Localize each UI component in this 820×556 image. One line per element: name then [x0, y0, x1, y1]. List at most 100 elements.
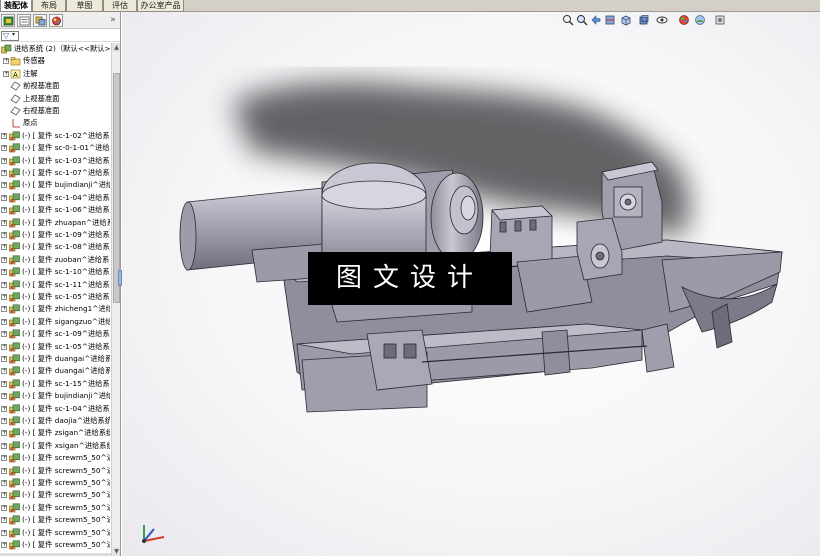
- tree-item-component[interactable]: + (-) [ 复件 zuoban^进给系: [0, 254, 110, 266]
- tree-item-fixed[interactable]: 前视基准面: [0, 80, 110, 92]
- component-icon: [9, 230, 20, 240]
- scroll-down-arrow[interactable]: ▼: [112, 547, 120, 556]
- tree-item-label: (-) [ 复件 screwm5_50^进: [22, 540, 110, 549]
- expand-toggle[interactable]: +: [1, 393, 7, 400]
- tree-item-fixed[interactable]: + 传感器: [0, 55, 110, 67]
- tree-item-component[interactable]: + (-) [ 复件 screwm5_50^进: [0, 539, 110, 551]
- expand-toggle[interactable]: +: [1, 542, 7, 548]
- expand-toggle[interactable]: +: [1, 405, 7, 412]
- expand-toggle[interactable]: +: [1, 480, 7, 486]
- tree-item-component[interactable]: + (-) [ 复件 sc-1-09^进给系: [0, 328, 110, 340]
- tree-item-component[interactable]: + (-) [ 复件 sigangzuo^进给: [0, 316, 110, 328]
- expand-toggle[interactable]: +: [1, 529, 7, 536]
- tree-item-label: (-) [ 复件 sc-1-04^进给系: [22, 403, 110, 413]
- tree-item-component[interactable]: + (-) [ 复件 bujindianji^进给: [0, 179, 110, 191]
- tree-item-component[interactable]: + (-) [ 复件 screwm5_50^进: [0, 527, 110, 539]
- tree-item-component[interactable]: + (-) [ 复件 sc-0-1-01^进给: [0, 142, 110, 154]
- scroll-up-arrow[interactable]: ▲: [112, 43, 120, 52]
- tab-sketch[interactable]: 草图: [66, 0, 103, 12]
- tree-item-component[interactable]: + (-) [ 复件 screwm5_50^进: [0, 489, 110, 501]
- expand-toggle[interactable]: +: [1, 343, 7, 350]
- tree-item-component[interactable]: + (-) [ 复件 sc-1-15^进给系: [0, 378, 110, 390]
- tree-item-component[interactable]: + (-) [ 复件 zsigan^进给系统: [0, 427, 110, 439]
- tree-item-component[interactable]: + (-) [ 复件 screwm5_50^进: [0, 477, 110, 489]
- display-manager-tab[interactable]: [49, 14, 63, 27]
- tree-item-component[interactable]: + (-) [ 复件 zhicheng1^进给: [0, 303, 110, 315]
- feature-manager-icon: [3, 16, 14, 26]
- expand-toggle[interactable]: +: [1, 145, 7, 152]
- tree-item-component[interactable]: + (-) [ 复件 sc-1-07^进给系: [0, 167, 110, 179]
- expand-toggle[interactable]: +: [1, 232, 7, 238]
- tree-root-assembly[interactable]: 进给系统 (2)（默认<<默认>_: [0, 43, 110, 55]
- tree-item-fixed[interactable]: + A 注解: [0, 68, 110, 80]
- graphics-area[interactable]: 图文设计: [122, 12, 820, 556]
- tab-layout[interactable]: 布局: [32, 0, 66, 12]
- expand-toggle[interactable]: +: [1, 467, 7, 474]
- tree-item-component[interactable]: + (-) [ 复件 xsigan^进给系统: [0, 440, 110, 452]
- plane-icon: [10, 106, 21, 116]
- expand-toggle[interactable]: +: [1, 219, 7, 226]
- expand-toggle[interactable]: +: [1, 170, 7, 176]
- tree-item-component[interactable]: + (-) [ 复件 sc-1-05^进给系: [0, 291, 110, 303]
- tree-item-component[interactable]: + (-) [ 复件 sc-1-04^进给系: [0, 192, 110, 204]
- expand-toggle[interactable]: +: [3, 70, 9, 77]
- tree-scrollbar[interactable]: ▲ ▼: [111, 43, 120, 556]
- tree-item-component[interactable]: + (-) [ 复件 bujindianji^进给: [0, 390, 110, 402]
- configuration-manager-tab[interactable]: [33, 14, 47, 27]
- tree-item-component[interactable]: + (-) [ 复件 sc-1-09^进给系: [0, 229, 110, 241]
- property-manager-tab[interactable]: [17, 14, 31, 27]
- tree-item-component[interactable]: + (-) [ 复件 duangai^进给系: [0, 353, 110, 365]
- tree-item-fixed[interactable]: 上视基准面: [0, 93, 110, 105]
- tree-item-fixed[interactable]: 原点: [0, 117, 110, 129]
- expand-toggle[interactable]: +: [1, 256, 7, 263]
- tab-office-products[interactable]: 办公室产品: [137, 0, 184, 12]
- expand-toggle[interactable]: +: [1, 492, 7, 499]
- tab-assembly[interactable]: 装配体: [0, 0, 32, 12]
- expand-toggle[interactable]: +: [3, 58, 9, 65]
- tab-evaluate[interactable]: 评估: [103, 0, 137, 12]
- tree-item-component[interactable]: + (-) [ 复件 sc-1-02^进给系: [0, 130, 110, 142]
- tree-item-component[interactable]: + (-) [ 复件 sc-1-05^进给系: [0, 341, 110, 353]
- expand-toggle[interactable]: +: [1, 194, 7, 201]
- feature-manager-tab[interactable]: [1, 14, 15, 27]
- expand-toggle[interactable]: +: [1, 442, 7, 449]
- annotation-icon: A: [10, 69, 21, 79]
- tree-item-component[interactable]: + (-) [ 复件 duangai^进给系: [0, 365, 110, 377]
- tree-item-component[interactable]: + (-) [ 复件 daojia^进给系统: [0, 415, 110, 427]
- tree-item-component[interactable]: + (-) [ 复件 sc-1-08^进给系: [0, 241, 110, 253]
- tree-item-component[interactable]: + (-) [ 复件 screwm5_50^进: [0, 502, 110, 514]
- expand-toggle[interactable]: +: [1, 132, 7, 139]
- tree-item-component[interactable]: + (-) [ 复件 screwm5_50^进: [0, 514, 110, 526]
- tree-item-component[interactable]: + (-) [ 复件 sc-1-06^进给系: [0, 204, 110, 216]
- expand-toggle[interactable]: +: [1, 157, 7, 164]
- collapse-panel-button[interactable]: »: [107, 14, 119, 26]
- expand-toggle[interactable]: +: [1, 455, 7, 462]
- expand-toggle[interactable]: +: [1, 182, 7, 189]
- expand-toggle[interactable]: +: [1, 281, 7, 288]
- tree-item-component[interactable]: + (-) [ 复件 zhuapan^进给系: [0, 217, 110, 229]
- expand-toggle[interactable]: +: [1, 294, 7, 300]
- filter-dropdown[interactable]: ▽ ▾: [1, 31, 19, 41]
- expand-toggle[interactable]: +: [1, 207, 7, 214]
- expand-toggle[interactable]: +: [1, 430, 7, 437]
- tree-item-component[interactable]: + (-) [ 复件 sc-1-11^进给系: [0, 279, 110, 291]
- tree-item-component[interactable]: + (-) [ 复件 screwm5_50^进: [0, 465, 110, 477]
- tree-item-component[interactable]: + (-) [ 复件 sc-1-10^进给系: [0, 266, 110, 278]
- expand-toggle[interactable]: +: [1, 244, 7, 251]
- expand-toggle[interactable]: +: [1, 318, 7, 325]
- expand-toggle[interactable]: +: [1, 517, 7, 524]
- expand-toggle[interactable]: +: [1, 306, 7, 313]
- expand-toggle[interactable]: +: [1, 504, 7, 511]
- tree-item-fixed[interactable]: 右视基准面: [0, 105, 110, 117]
- expand-toggle[interactable]: +: [1, 331, 7, 338]
- tree-item-component[interactable]: + (-) [ 复件 sc-1-04^进给系: [0, 403, 110, 415]
- expand-toggle[interactable]: +: [1, 418, 7, 424]
- expand-toggle[interactable]: +: [1, 356, 7, 362]
- expand-toggle[interactable]: +: [1, 368, 7, 375]
- tree-item-component[interactable]: + (-) [ 复件 screwm5_50^进: [0, 452, 110, 464]
- expand-toggle[interactable]: +: [1, 269, 7, 276]
- tree-item-component[interactable]: + (-) [ 复件 sc-1-03^进给系: [0, 155, 110, 167]
- component-icon: [9, 466, 20, 476]
- scroll-thumb[interactable]: [113, 73, 120, 303]
- expand-toggle[interactable]: +: [1, 380, 7, 387]
